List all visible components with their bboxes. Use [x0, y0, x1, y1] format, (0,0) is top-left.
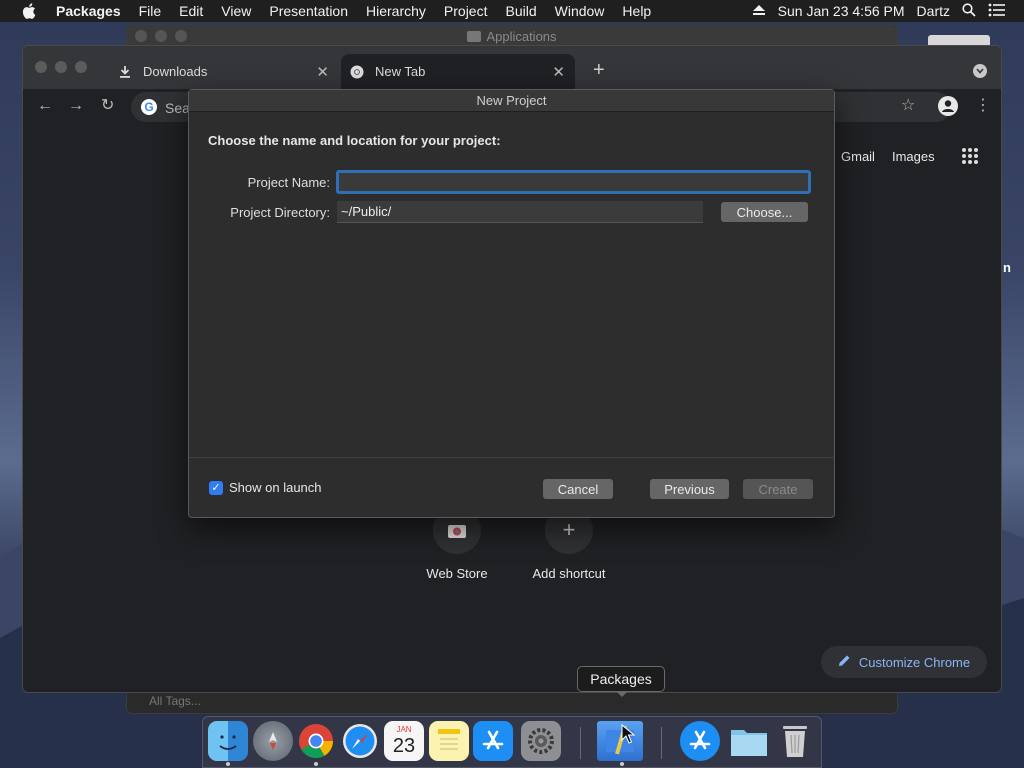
google-chrome-dock-icon[interactable]	[296, 721, 336, 761]
finder-sidebar-tags[interactable]: All Tags...	[127, 691, 267, 713]
show-on-launch-label: Show on launch	[229, 480, 322, 495]
google-icon: G	[141, 99, 157, 115]
dock-separator	[580, 727, 581, 759]
tab-new-tab[interactable]: New Tab ✕	[341, 54, 575, 89]
running-indicator	[226, 762, 230, 766]
tab-label: Downloads	[143, 64, 208, 79]
dock-tooltip: Packages	[577, 666, 665, 697]
downloads-folder-dock-icon[interactable]	[729, 721, 769, 761]
finder-title-text: Applications	[486, 28, 557, 44]
checkmark-icon: ✓	[209, 480, 223, 495]
menubar-user[interactable]: Dartz	[911, 3, 956, 19]
omnibox-placeholder: Sea	[165, 100, 190, 116]
calendar-day: 23	[392, 735, 416, 757]
trash-dock-icon[interactable]	[775, 721, 815, 761]
menu-help[interactable]: Help	[613, 3, 660, 19]
create-button[interactable]: Create	[743, 479, 813, 499]
tab-label: New Tab	[375, 64, 426, 79]
menu-hierarchy[interactable]: Hierarchy	[357, 3, 435, 19]
notes-dock-icon[interactable]	[429, 721, 469, 761]
tab-downloads[interactable]: Downloads ✕	[109, 54, 339, 89]
system-preferences-dock-icon[interactable]	[521, 721, 561, 761]
menu-window[interactable]: Window	[546, 3, 614, 19]
minimize-window-button[interactable]	[55, 61, 67, 73]
bookmark-star-icon[interactable]: ☆	[901, 98, 915, 114]
eject-icon[interactable]	[746, 3, 772, 19]
apple-menu-icon[interactable]	[18, 3, 40, 19]
folder-icon	[467, 30, 482, 42]
zoom-window-button[interactable]	[75, 61, 87, 73]
notification-center-icon[interactable]	[982, 3, 1012, 20]
project-directory-field[interactable]: ~/Public/	[337, 201, 703, 223]
back-arrow-icon[interactable]: ←	[37, 98, 53, 114]
dialog-title: New Project	[189, 90, 834, 112]
images-link[interactable]: Images	[892, 149, 935, 164]
packages-dock-icon[interactable]	[597, 721, 643, 761]
finder-traffic-lights	[135, 30, 187, 42]
shortcut-label: Web Store	[426, 566, 488, 581]
profile-icon[interactable]	[937, 95, 959, 121]
close-tab-icon[interactable]: ✕	[552, 63, 565, 81]
clipped-desktop-text: n	[1003, 260, 1011, 275]
menu-view[interactable]: View	[212, 3, 260, 19]
safari-dock-icon[interactable]	[340, 721, 380, 761]
customize-chrome-button[interactable]: Customize Chrome	[821, 646, 987, 678]
new-project-dialog: New Project Choose the name and location…	[188, 89, 835, 518]
ntp-header-links: Gmail Images	[841, 148, 978, 164]
spotlight-search-icon[interactable]	[956, 2, 982, 20]
tab-search-chevron-icon[interactable]	[973, 64, 987, 78]
menu-app-name[interactable]: Packages	[50, 3, 130, 19]
chrome-menu-icon[interactable]: ⋮	[975, 98, 991, 114]
choose-button[interactable]: Choose...	[721, 202, 808, 222]
dialog-heading: Choose the name and location for your pr…	[208, 133, 501, 148]
close-tab-icon[interactable]: ✕	[316, 63, 329, 81]
chrome-tab-strip: Downloads ✕ New Tab ✕ +	[23, 46, 1001, 89]
dock: JAN 23	[202, 716, 822, 768]
menu-presentation[interactable]: Presentation	[260, 3, 357, 19]
google-apps-icon[interactable]	[961, 148, 978, 164]
launchpad-dock-icon[interactable]	[253, 721, 293, 761]
gmail-link[interactable]: Gmail	[841, 149, 875, 164]
mouse-cursor-icon	[621, 724, 635, 744]
project-name-label: Project Name:	[247, 175, 330, 190]
reload-icon[interactable]: ↻	[101, 98, 114, 114]
menu-build[interactable]: Build	[496, 3, 545, 19]
customize-label: Customize Chrome	[858, 654, 971, 670]
menu-bar: Packages File Edit View Presentation Hie…	[0, 0, 1024, 22]
menu-edit[interactable]: Edit	[170, 3, 212, 19]
previous-button[interactable]: Previous	[650, 479, 729, 499]
new-tab-button[interactable]: +	[593, 60, 605, 80]
finder-dock-icon[interactable]	[208, 721, 248, 761]
dock-separator	[661, 727, 662, 759]
project-name-input[interactable]	[336, 170, 811, 194]
shortcut-label: Add shortcut	[532, 566, 606, 581]
project-directory-label: Project Directory:	[230, 205, 330, 220]
calendar-dock-icon[interactable]: JAN 23	[384, 721, 424, 761]
running-indicator	[620, 762, 624, 766]
calendar-month: JAN	[396, 725, 412, 734]
chrome-icon	[349, 64, 365, 80]
forward-arrow-icon[interactable]: →	[68, 98, 84, 114]
menu-file[interactable]: File	[130, 3, 171, 19]
running-indicator	[314, 762, 318, 766]
close-window-button[interactable]	[35, 61, 47, 73]
chrome-traffic-lights	[35, 61, 87, 73]
dialog-separator	[189, 457, 834, 458]
cancel-button[interactable]: Cancel	[543, 479, 613, 499]
menu-project[interactable]: Project	[435, 3, 497, 19]
app-store-downloads-dock-icon[interactable]	[680, 721, 720, 761]
app-store-dock-icon[interactable]	[473, 721, 513, 761]
download-icon	[117, 64, 133, 80]
show-on-launch-checkbox[interactable]: ✓ Show on launch	[209, 480, 322, 495]
finder-title: Applications	[127, 25, 897, 47]
menubar-clock[interactable]: Sun Jan 23 4:56 PM	[772, 3, 911, 19]
pencil-icon	[838, 654, 851, 670]
